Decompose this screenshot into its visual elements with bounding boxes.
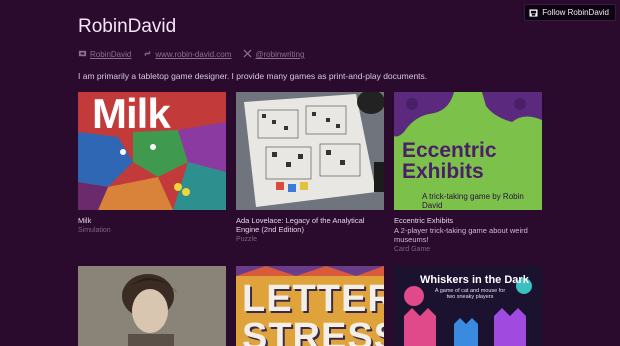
link-icon: [143, 49, 152, 60]
game-genre: Simulation: [78, 227, 111, 234]
profile-link-itchio[interactable]: RobinDavid: [78, 49, 131, 60]
game-card-milk[interactable]: Milk Milk Simulation: [78, 92, 226, 253]
cover-title: Milk: [92, 92, 171, 137]
game-subtitle: A 2-player trick-taking game about weird…: [394, 226, 528, 244]
game-card-portrait[interactable]: [78, 266, 226, 346]
x-twitter-icon: [243, 49, 252, 60]
cover-title: LETTER STRESS: [242, 278, 384, 346]
game-title[interactable]: Milk: [78, 216, 226, 225]
game-title[interactable]: Ada Lovelace: Legacy of the Analytical E…: [236, 216, 384, 234]
game-thumbnail[interactable]: LETTER STRESS: [236, 266, 384, 346]
game-title[interactable]: Eccentric Exhibits: [394, 216, 542, 225]
profile-description: I am primarily a tabletop game designer.…: [78, 71, 428, 81]
profile-link-itchio-label: RobinDavid: [90, 50, 132, 59]
games-grid: Milk Milk Simulation Ada Lovelace: Legac…: [78, 92, 542, 253]
game-genre: Card Game: [394, 246, 431, 253]
profile-links: RobinDavid www.robin-david.com @robinwri…: [78, 49, 304, 60]
game-card-whiskers[interactable]: Whiskers in the Dark A game of cat and m…: [394, 266, 542, 346]
game-card-eccentric-exhibits[interactable]: Eccentric Exhibits A trick-taking game b…: [394, 92, 542, 253]
profile-link-twitter-label: @robinwriting: [255, 50, 305, 59]
game-card-letter-stress[interactable]: LETTER STRESS: [236, 266, 384, 346]
cover-title: Whiskers in the Dark: [420, 274, 529, 286]
follow-button-label: Follow RobinDavid: [542, 8, 609, 17]
profile-link-website[interactable]: www.robin-david.com: [143, 49, 231, 60]
page-title: RobinDavid: [78, 16, 177, 37]
follow-icon: [529, 8, 538, 17]
game-thumbnail[interactable]: [78, 266, 226, 346]
profile-link-website-label: www.robin-david.com: [155, 50, 232, 59]
follow-button[interactable]: Follow RobinDavid: [524, 4, 616, 21]
profile-link-twitter[interactable]: @robinwriting: [243, 49, 304, 60]
game-card-ada-lovelace[interactable]: Ada Lovelace: Legacy of the Analytical E…: [236, 92, 384, 253]
itchio-icon: [78, 49, 87, 60]
cover-title: Eccentric Exhibits: [402, 139, 497, 183]
cover-subtitle: A game of cat and mouse for two sneaky p…: [434, 288, 506, 300]
game-genre: Puzzle: [236, 236, 258, 243]
game-thumbnail[interactable]: Whiskers in the Dark A game of cat and m…: [394, 266, 542, 346]
game-thumbnail[interactable]: Milk: [78, 92, 226, 210]
cover-subtitle: A trick-taking game by Robin David: [422, 192, 524, 210]
games-grid-row-2: LETTER STRESS Whiskers in the Dark A gam…: [78, 266, 542, 346]
game-thumbnail[interactable]: Eccentric Exhibits A trick-taking game b…: [394, 92, 542, 210]
game-thumbnail[interactable]: [236, 92, 384, 210]
